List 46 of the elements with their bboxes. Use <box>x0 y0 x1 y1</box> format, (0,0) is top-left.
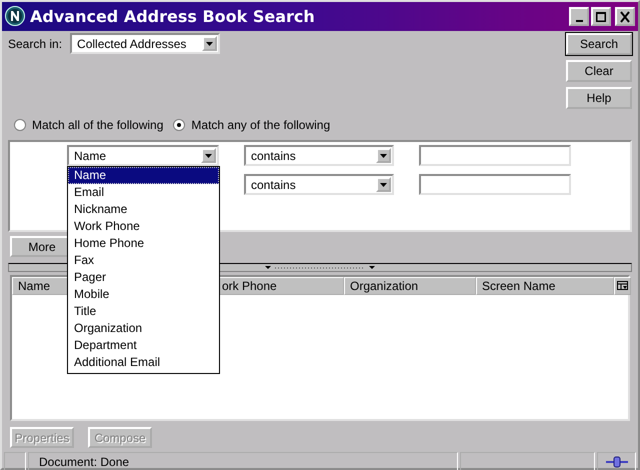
value-field[interactable] <box>419 145 571 166</box>
dropdown-option[interactable]: Email <box>68 184 219 201</box>
action-button[interactable]: Help <box>566 87 632 109</box>
connection-plug-icon <box>606 455 628 469</box>
netscape-logo-icon <box>5 6 26 27</box>
status-cell <box>4 452 26 470</box>
dropdown-arrow-button[interactable] <box>202 36 218 51</box>
minimize-icon <box>576 20 582 22</box>
dropdown-option[interactable]: Organization <box>68 320 219 337</box>
dropdown-arrow-button[interactable] <box>376 177 391 192</box>
maximize-button[interactable] <box>591 7 611 26</box>
field-dropdown-list[interactable]: Name Email Nickname Work Phone Home Phone Fax Pager Mobile Title Organization Department Additional Email <box>67 166 220 374</box>
maximize-icon <box>596 12 606 22</box>
dropdown-option[interactable]: Work Phone <box>68 218 219 235</box>
action-button[interactable]: Clear <box>566 60 632 82</box>
splitter-grip-icon[interactable] <box>265 266 375 270</box>
column-header[interactable]: Organization <box>344 277 476 295</box>
down-arrow-icon <box>380 182 387 186</box>
down-arrow-icon <box>205 154 212 158</box>
column-picker-button[interactable] <box>614 277 631 295</box>
search-in-label: Search in: <box>8 36 62 50</box>
dropdown-option[interactable]: Name <box>68 167 219 184</box>
dropdown-arrow-button[interactable] <box>201 148 216 163</box>
column-header[interactable]: Screen Name <box>476 277 614 295</box>
column-chooser-icon <box>617 281 628 291</box>
radio-button[interactable] <box>173 119 186 131</box>
close-icon <box>620 10 630 22</box>
minimize-button[interactable] <box>569 7 589 26</box>
dropdown-option[interactable]: Additional Email <box>68 354 219 371</box>
radio-label: Match any of the following <box>191 118 330 132</box>
dropdown-option[interactable]: Nickname <box>68 201 219 218</box>
value-field[interactable] <box>419 174 571 195</box>
operator-dropdown[interactable]: contains <box>244 174 394 195</box>
close-button[interactable] <box>615 7 635 26</box>
radio-label: Match all of the following <box>32 118 164 132</box>
action-button[interactable]: Search <box>566 33 632 55</box>
dropdown-option[interactable]: Title <box>68 303 219 320</box>
radio-button[interactable] <box>14 119 26 131</box>
down-arrow-icon <box>206 42 214 46</box>
down-arrow-icon <box>380 154 387 158</box>
dropdown-arrow-button[interactable] <box>376 148 391 163</box>
status-text: Document: Done <box>28 452 458 470</box>
operator-dropdown[interactable]: contains <box>244 145 394 166</box>
window-title: Advanced Address Book Search <box>30 7 315 26</box>
dropdown-option[interactable]: Department <box>68 337 219 354</box>
search-in-dropdown[interactable]: Collected Addresses <box>70 33 220 54</box>
